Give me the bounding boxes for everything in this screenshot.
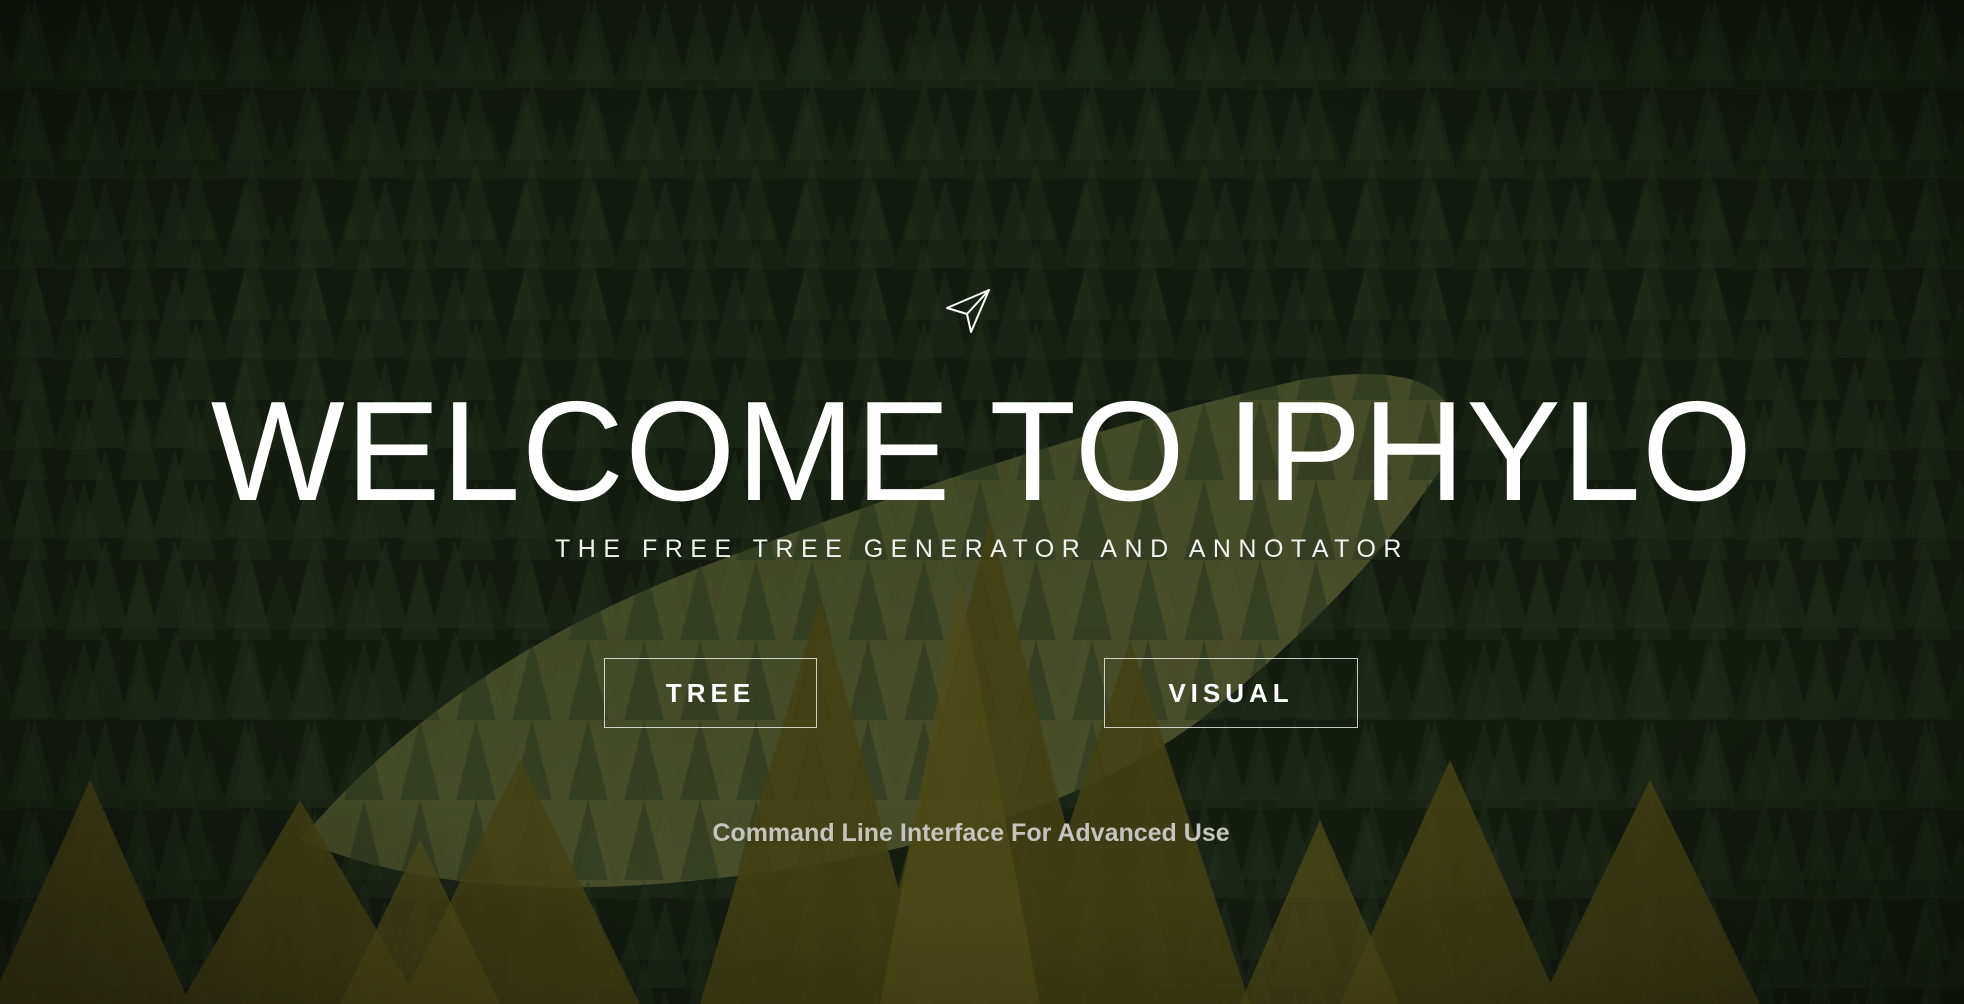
tree-button[interactable]: TREE [604, 658, 817, 728]
hero-section: WELCOME TO IPHYLO THE FREE TREE GENERATO… [0, 0, 1964, 1004]
page-subtitle: THE FREE TREE GENERATOR AND ANNOTATOR [555, 535, 1409, 563]
hero-content: WELCOME TO IPHYLO THE FREE TREE GENERATO… [0, 0, 1964, 1004]
paper-plane-icon [943, 286, 993, 336]
visual-button[interactable]: VISUAL [1104, 658, 1358, 728]
cli-link[interactable]: Command Line Interface For Advanced Use [0, 816, 1942, 850]
page-title: WELCOME TO IPHYLO [210, 372, 1754, 531]
